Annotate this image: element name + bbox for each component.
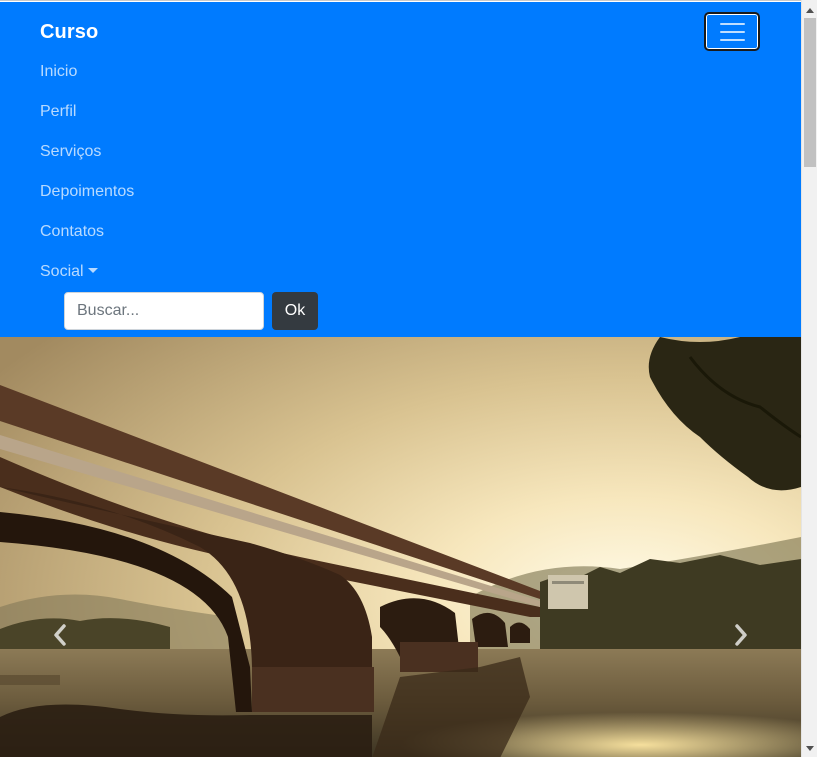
- chevron-left-icon: [54, 624, 66, 646]
- nav-item-label: Contatos: [40, 223, 105, 240]
- navbar-brand[interactable]: Curso: [40, 21, 98, 44]
- nav-item-label: Serviços: [40, 143, 102, 160]
- nav-item-depoimentos[interactable]: Depoimentos: [40, 180, 134, 220]
- nav-item-label: Social: [40, 263, 84, 280]
- scroll-up-button[interactable]: [802, 2, 817, 18]
- scroll-down-arrow-icon: [806, 746, 814, 751]
- carousel-next-button[interactable]: [721, 613, 761, 657]
- carousel-prev-button[interactable]: [40, 613, 80, 657]
- navbar-toggler-button[interactable]: [704, 12, 760, 51]
- scroll-down-button[interactable]: [802, 741, 817, 757]
- vertical-scrollbar[interactable]: [801, 0, 817, 757]
- carousel: [0, 337, 801, 757]
- scroll-up-arrow-icon: [806, 8, 814, 13]
- nav-item-inicio[interactable]: Inicio: [40, 60, 134, 100]
- nav-menu: Inicio Perfil Serviços Depoimentos Conta…: [40, 60, 134, 300]
- nav-item-perfil[interactable]: Perfil: [40, 100, 134, 140]
- bridge-sunset-photo: [0, 337, 801, 757]
- nav-item-label: Depoimentos: [40, 183, 135, 200]
- search-submit-button[interactable]: Ok: [272, 292, 318, 330]
- nav-item-label: Perfil: [40, 103, 77, 120]
- caret-down-icon: [87, 268, 98, 273]
- nav-item-label: Inicio: [40, 63, 78, 80]
- nav-item-contatos[interactable]: Contatos: [40, 220, 134, 260]
- nav-item-servicos[interactable]: Serviços: [40, 140, 134, 180]
- scrollbar-thumb[interactable]: [804, 18, 816, 167]
- hamburger-icon: [720, 23, 745, 41]
- page-viewport: Curso Inicio Perfil Serviços Depoimentos…: [0, 0, 801, 757]
- navbar: Curso Inicio Perfil Serviços Depoimentos…: [0, 2, 801, 337]
- chevron-right-icon: [735, 624, 747, 646]
- search-input[interactable]: [64, 292, 264, 330]
